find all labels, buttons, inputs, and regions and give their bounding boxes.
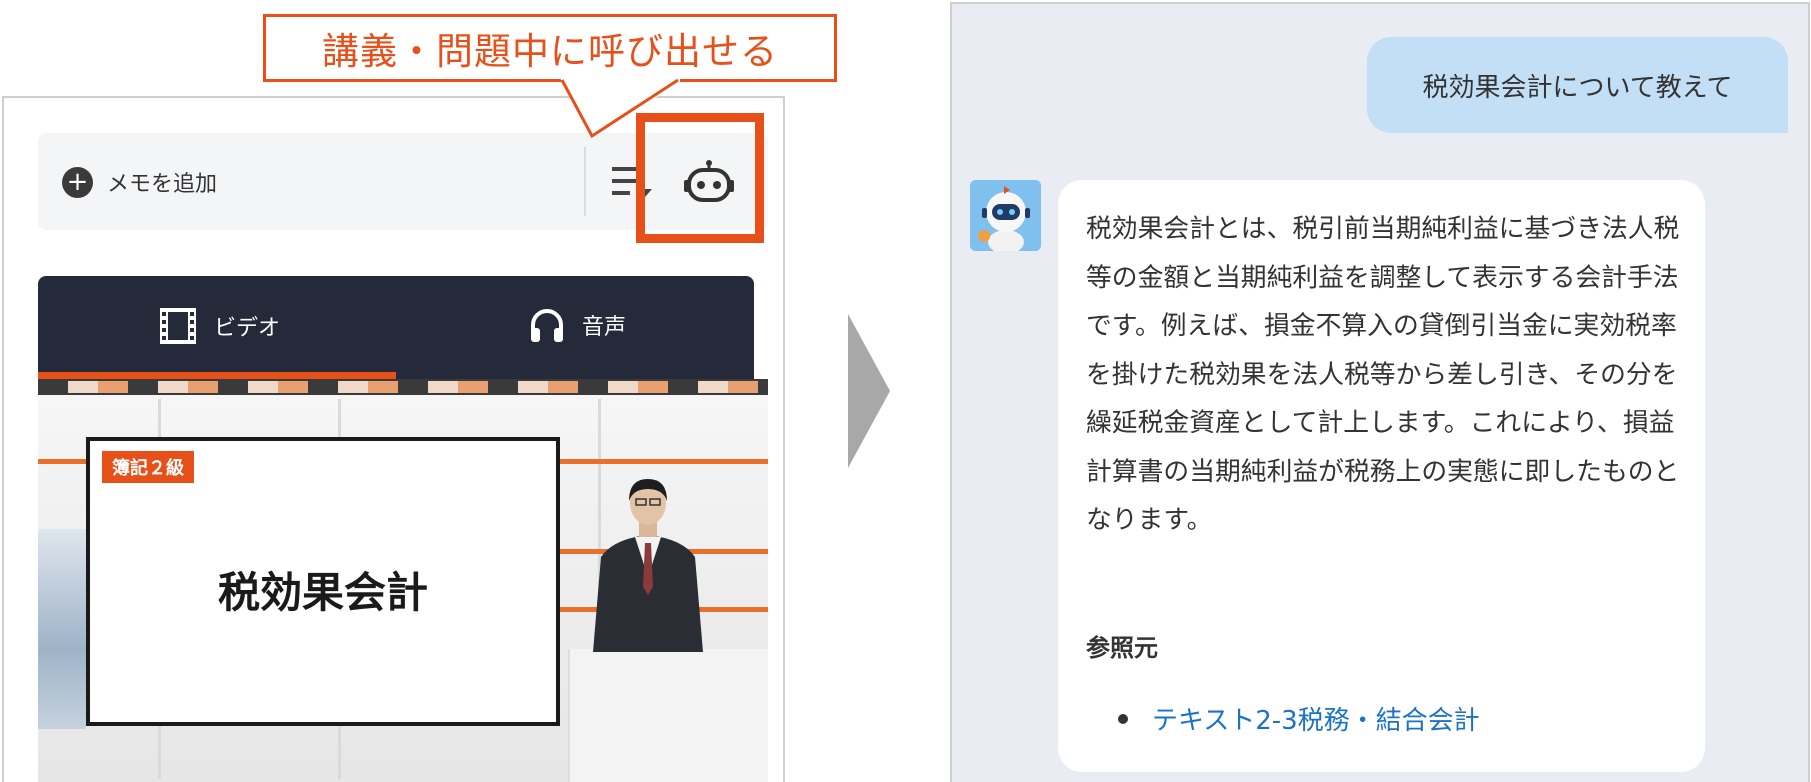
callout-tail [560,78,680,139]
podium [568,649,768,782]
film-icon [160,308,196,344]
bot-message-bubble: 税効果会計とは、税引前当期純利益に基づき法人税等の金額と当期純利益を調整して表示… [1058,180,1705,772]
tab-video-label: ビデオ [214,316,281,341]
user-message-bubble: 税効果会計について教えて [1367,37,1788,133]
robot-mascot-icon [970,180,1041,251]
add-memo-label: メモを追加 [107,172,218,197]
studio-window [38,529,86,729]
tab-video[interactable]: ビデオ [158,306,280,346]
bullet-icon [1118,713,1128,724]
video-frame[interactable]: 簿記２級 税効果会計 [38,379,768,782]
active-tab-indicator [38,372,396,379]
toolbar-divider [584,147,586,216]
ai-chat-panel: 税効果会計について教えて 税効果会計とは、税引前当期純利益に基づき法人税等の金額… [950,2,1810,782]
arrow-right-icon [848,314,890,468]
callout-label: 講義・問題中に呼び出せる [263,14,837,82]
bot-message-text: 税効果会計とは、税引前当期純利益に基づき法人税等の金額と当期純利益を調整して表示… [1086,214,1680,535]
tab-audio-label: 音声 [582,315,627,340]
reference-link[interactable]: テキスト2-3税務・結合会計 [1152,700,1480,737]
user-message-text: 税効果会計について教えて [1422,72,1733,103]
slide-badge: 簿記２級 [102,451,194,483]
plus-circle-icon: + [62,166,93,198]
list-item: テキスト2-3税務・結合会計 [1086,700,1480,737]
callout-text: 講義・問題中に呼び出せる [322,30,778,73]
bot-avatar [970,180,1041,251]
lecture-slide: 簿記２級 税効果会計 [86,437,560,726]
studio-lights [38,381,768,393]
media-tab-bar: ビデオ 音声 [38,276,754,379]
presenter-figure [593,479,703,652]
tab-audio[interactable]: 音声 [528,306,626,344]
add-memo-button[interactable]: + メモを追加 [62,166,217,198]
reference-heading: 参照元 [1086,634,1158,662]
headphones-icon [531,309,563,342]
reference-list: テキスト2-3税務・結合会計 [1086,700,1480,737]
slide-title: 税効果会計 [217,568,428,617]
